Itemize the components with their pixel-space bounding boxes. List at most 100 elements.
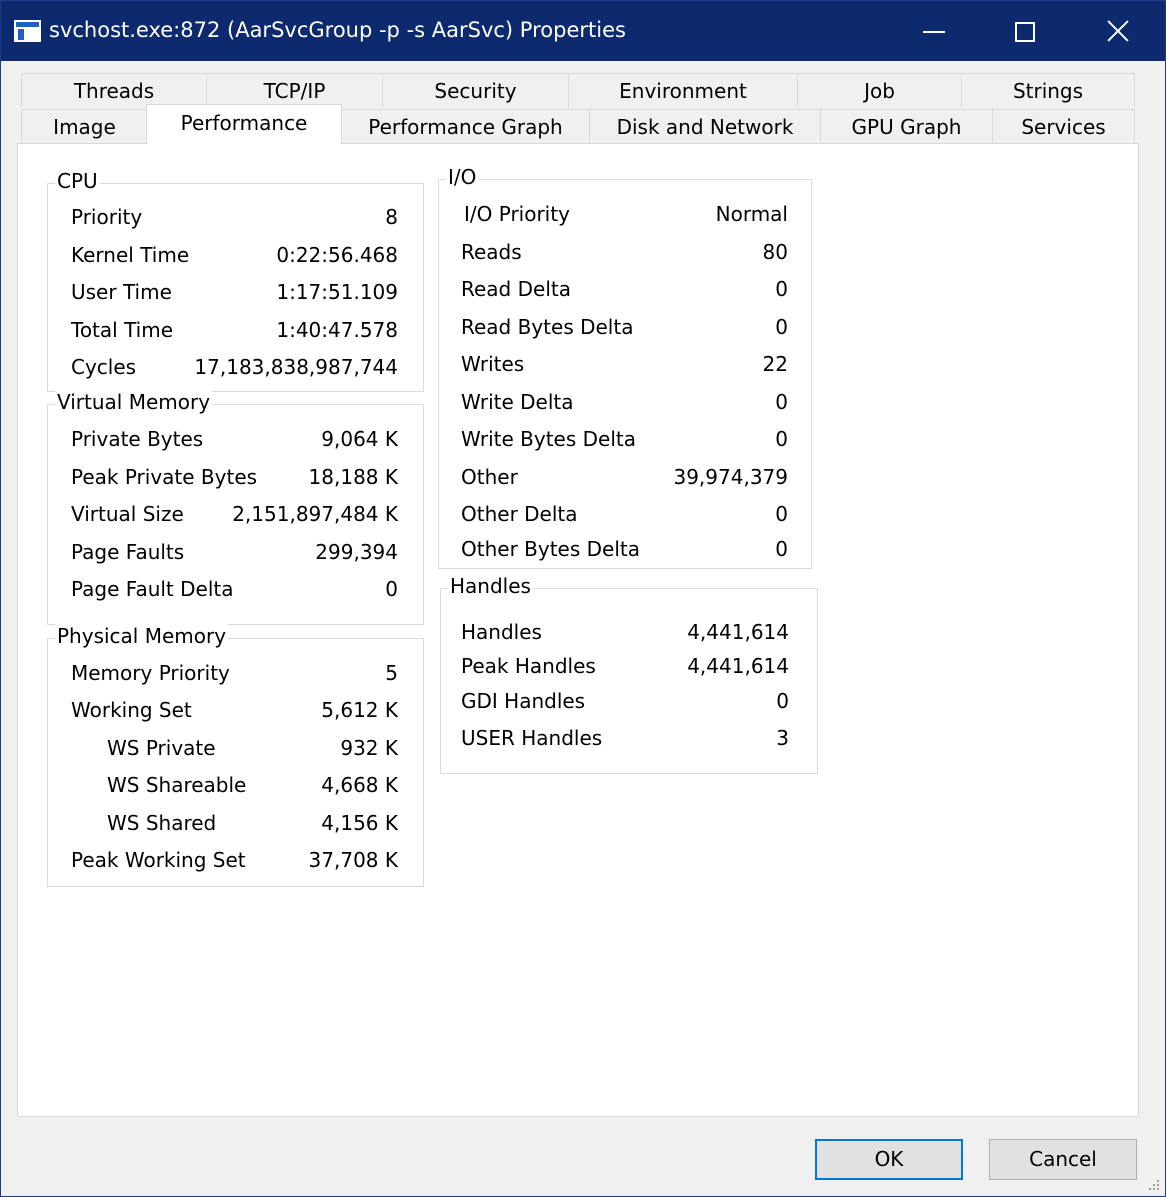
maximize-icon [1015, 22, 1035, 42]
minimize-button[interactable] [887, 1, 981, 61]
pm-row-ws-shareable: WS Shareable 4,668 K [48, 773, 423, 801]
row-label: Read Delta [461, 277, 571, 301]
tab-environment[interactable]: Environment [568, 73, 798, 107]
vm-row-page-fault-delta: Page Fault Delta 0 [48, 577, 423, 605]
handles-row-handles: Handles 4,441,614 [441, 620, 817, 648]
properties-window: svchost.exe:872 (AarSvcGroup -p -s AarSv… [0, 0, 1166, 1197]
cpu-row-priority: Priority 8 [48, 205, 423, 233]
row-value: 3 [776, 726, 789, 750]
row-label: Other [461, 465, 518, 489]
row-value: 5 [385, 661, 398, 685]
row-value: 0:22:56.468 [276, 243, 398, 267]
tab-performance-graph[interactable]: Performance Graph [341, 109, 590, 143]
tab-disk-and-network[interactable]: Disk and Network [589, 109, 821, 143]
pm-row-ws-private: WS Private 932 K [48, 736, 423, 764]
close-button[interactable] [1071, 1, 1165, 61]
row-value: 4,668 K [321, 773, 398, 797]
row-label: Page Faults [71, 540, 185, 564]
pm-row-memory-priority: Memory Priority 5 [48, 661, 423, 689]
handles-row-peak-handles: Peak Handles 4,441,614 [441, 654, 817, 682]
row-label: User Time [71, 280, 172, 304]
row-value: 37,708 K [308, 848, 398, 872]
row-value: 0 [775, 315, 788, 339]
row-value: 0 [775, 537, 788, 561]
io-row-other-delta: Other Delta 0 [439, 502, 811, 530]
vm-row-page-faults: Page Faults 299,394 [48, 540, 423, 568]
row-label: Virtual Size [71, 502, 184, 526]
io-row-read-bytes-delta: Read Bytes Delta 0 [439, 315, 811, 343]
tab-services[interactable]: Services [992, 109, 1135, 143]
row-value: 17,183,838,987,744 [194, 355, 398, 379]
row-value: 932 K [340, 736, 398, 760]
row-value: Normal [715, 202, 788, 226]
io-row-reads: Reads 80 [439, 240, 811, 268]
performance-panel: CPU Priority 8 Kernel Time 0:22:56.468 U… [17, 143, 1139, 1117]
pm-row-ws-shared: WS Shared 4,156 K [48, 811, 423, 839]
tab-image[interactable]: Image [21, 109, 148, 143]
handles-row-user-handles: USER Handles 3 [441, 726, 817, 754]
vm-row-virtual-size: Virtual Size 2,151,897,484 K [48, 502, 423, 530]
tab-performance[interactable]: Performance [146, 104, 342, 144]
row-value: 5,612 K [321, 698, 398, 722]
io-row-read-delta: Read Delta 0 [439, 277, 811, 305]
vm-row-peak-private-bytes: Peak Private Bytes 18,188 K [48, 465, 423, 493]
row-value: 39,974,379 [673, 465, 788, 489]
row-label: GDI Handles [461, 689, 586, 713]
row-label: WS Private [107, 736, 216, 760]
tab-strings[interactable]: Strings [961, 73, 1135, 107]
virtual-memory-group-title: Virtual Memory [55, 390, 213, 414]
row-value: 0 [775, 502, 788, 526]
row-label: Total Time [71, 318, 174, 342]
row-value: 299,394 [315, 540, 398, 564]
window-app-icon[interactable] [14, 20, 41, 42]
row-label: Writes [461, 352, 525, 376]
row-label: Cycles [71, 355, 137, 379]
cancel-button[interactable]: Cancel [989, 1139, 1137, 1180]
io-group: I/O I/O Priority Normal Reads 80 Read De… [438, 165, 812, 569]
cpu-row-kernel-time: Kernel Time 0:22:56.468 [48, 243, 423, 271]
cpu-group: CPU Priority 8 Kernel Time 0:22:56.468 U… [47, 169, 424, 392]
resize-grip-icon[interactable] [1147, 1178, 1161, 1192]
pm-row-peak-working-set: Peak Working Set 37,708 K [48, 848, 423, 876]
row-label: I/O Priority [464, 202, 570, 226]
virtual-memory-group: Virtual Memory Private Bytes 9,064 K Pea… [47, 390, 424, 625]
row-label: Private Bytes [71, 427, 204, 451]
row-label: WS Shared [107, 811, 217, 835]
row-label: Page Fault Delta [71, 577, 234, 601]
row-label: Other Bytes Delta [461, 537, 640, 561]
maximize-button[interactable] [979, 1, 1073, 61]
row-value: 0 [775, 427, 788, 451]
row-label: WS Shareable [107, 773, 247, 797]
tab-tcp-ip[interactable]: TCP/IP [206, 73, 383, 107]
tab-threads[interactable]: Threads [21, 73, 207, 107]
row-value: 1:40:47.578 [276, 318, 398, 342]
handles-group: Handles Handles 4,441,614 Peak Handles 4… [440, 574, 818, 774]
pm-row-working-set: Working Set 5,612 K [48, 698, 423, 726]
row-label: Read Bytes Delta [461, 315, 634, 339]
close-icon [1107, 20, 1129, 42]
tab-job[interactable]: Job [797, 73, 962, 107]
tab-security[interactable]: Security [382, 73, 569, 107]
io-row-io-priority: I/O Priority Normal [439, 202, 811, 230]
row-label: Peak Working Set [71, 848, 246, 872]
row-label: Memory Priority [71, 661, 230, 685]
minimize-icon [923, 31, 945, 33]
row-label: Peak Private Bytes [71, 465, 258, 489]
row-value: 18,188 K [308, 465, 398, 489]
cpu-row-cycles: Cycles 17,183,838,987,744 [48, 355, 423, 383]
row-label: Other Delta [461, 502, 578, 526]
row-label: Write Delta [461, 390, 574, 414]
title-bar[interactable]: svchost.exe:872 (AarSvcGroup -p -s AarSv… [1, 1, 1165, 61]
row-value: 2,151,897,484 K [232, 502, 398, 526]
window-title: svchost.exe:872 (AarSvcGroup -p -s AarSv… [49, 18, 626, 42]
row-value: 1:17:51.109 [276, 280, 398, 304]
row-value: 9,064 K [321, 427, 398, 451]
row-value: 0 [385, 577, 398, 601]
physical-memory-group: Physical Memory Memory Priority 5 Workin… [47, 624, 424, 887]
io-group-title: I/O [446, 165, 479, 189]
cpu-group-title: CPU [55, 169, 100, 193]
tab-gpu-graph[interactable]: GPU Graph [820, 109, 993, 143]
row-label: Working Set [71, 698, 192, 722]
row-value: 0 [776, 689, 789, 713]
ok-button[interactable]: OK [815, 1139, 963, 1180]
